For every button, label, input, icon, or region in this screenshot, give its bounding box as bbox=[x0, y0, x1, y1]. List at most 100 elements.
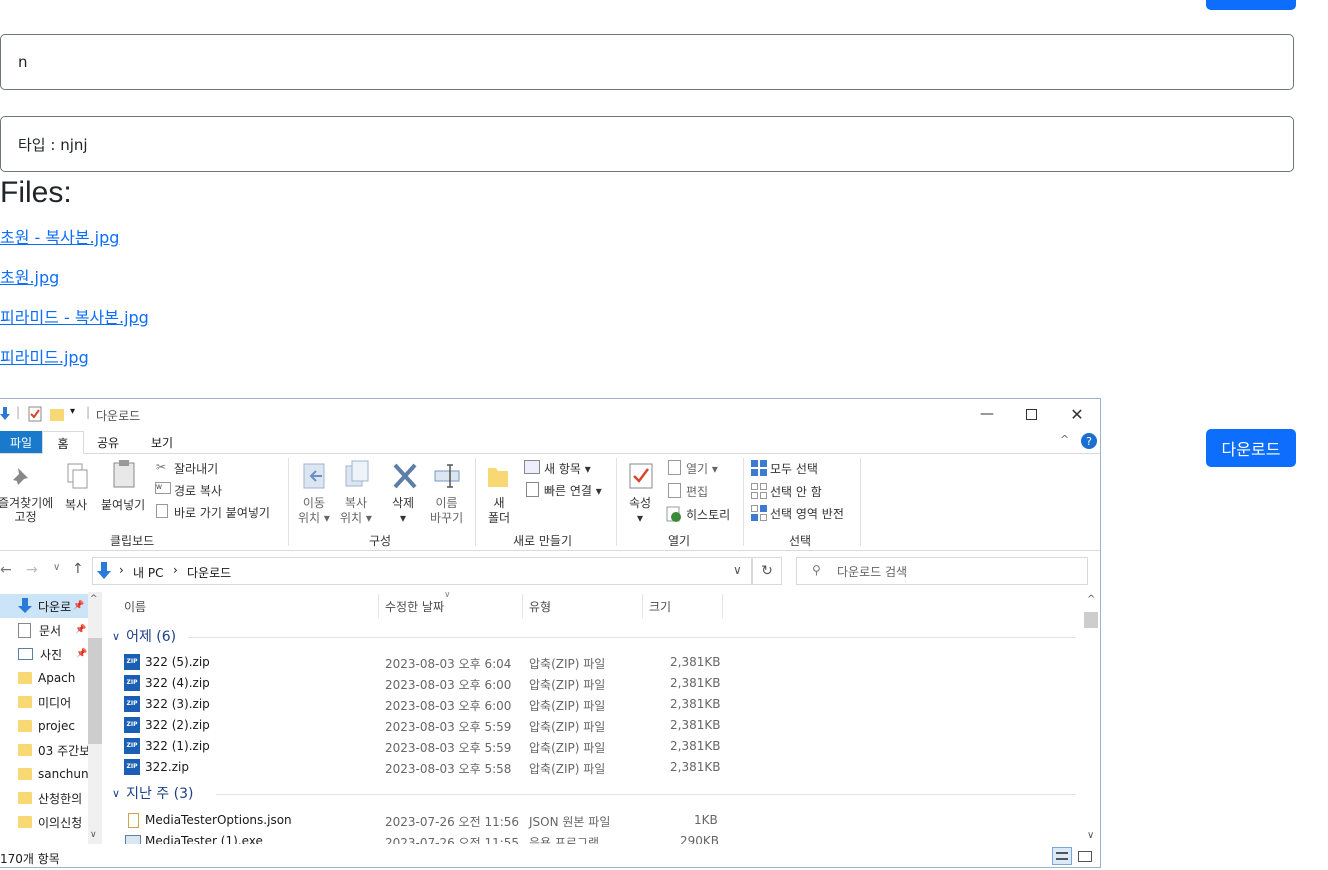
nav-item-pictures[interactable]: 사진 📌 bbox=[18, 642, 87, 666]
table-row[interactable]: ZIP 322 (3).zip 2023-08-03 오후 6:00 압축(ZIP) … bbox=[108, 694, 1083, 715]
nav-scrollbar[interactable]: ^ ∨ bbox=[88, 592, 102, 844]
delete-button[interactable]: 삭제 ▾ bbox=[392, 496, 414, 526]
scroll-up-icon[interactable]: ^ bbox=[90, 594, 98, 604]
rename-button[interactable]: 이름 바꾸기 bbox=[430, 496, 463, 526]
divider bbox=[378, 594, 379, 618]
edit-icon bbox=[668, 483, 681, 498]
file-explorer-window: | ▾ | 다운로드 — ✕ 파일 홈 공유 보기 ^ ? 즐겨찾기에 고정 복사… bbox=[0, 398, 1101, 868]
nav-scrollbar-thumb[interactable] bbox=[88, 638, 102, 744]
delete-icon bbox=[393, 463, 417, 489]
table-row[interactable]: ZIP 322 (4).zip 2023-08-03 오후 6:00 압축(ZIP) … bbox=[108, 673, 1083, 694]
group-header[interactable]: ∨ 어제 (6) bbox=[112, 626, 176, 646]
scroll-down-icon[interactable]: ∨ bbox=[90, 830, 97, 840]
nav-item-folder[interactable]: 미디어 bbox=[18, 690, 71, 714]
copy-to-button[interactable]: 복사 위치 ▾ bbox=[340, 496, 372, 526]
properties-button[interactable]: 속성 ▾ bbox=[629, 496, 651, 526]
download-button[interactable]: 다운로드 bbox=[1206, 429, 1296, 467]
nav-item-folder[interactable]: sanchun bbox=[18, 762, 89, 786]
paste-shortcut-button[interactable]: 바로 가기 붙여넣기 bbox=[174, 504, 270, 521]
address-dropdown-icon[interactable]: ∨ bbox=[733, 563, 742, 577]
back-icon[interactable]: ← bbox=[0, 562, 12, 578]
file-link[interactable]: 피라미드 - 복사본.jpg bbox=[0, 304, 149, 328]
table-row[interactable]: MediaTesterOptions.json 2023-07-26 오전 11:… bbox=[108, 810, 1083, 831]
download-arrow-icon bbox=[97, 562, 111, 579]
pin-to-quick-access-button[interactable]: 즐겨찾기에 고정 bbox=[0, 496, 53, 524]
nav-item-folder[interactable]: 이의신청 bbox=[18, 810, 82, 834]
select-all-button[interactable]: 모두 선택 bbox=[770, 460, 818, 477]
move-to-icon bbox=[303, 463, 325, 489]
open-icon bbox=[668, 460, 681, 475]
breadcrumb-pc[interactable]: 내 PC bbox=[133, 564, 163, 581]
breadcrumb-downloads[interactable]: 다운로드 bbox=[187, 564, 231, 581]
column-header-type[interactable]: 유형 bbox=[529, 594, 551, 618]
help-icon[interactable]: ? bbox=[1081, 433, 1097, 449]
file-link[interactable]: 초원 - 복사본.jpg bbox=[0, 224, 119, 248]
open-button[interactable]: 열기 ▾ bbox=[686, 460, 718, 477]
table-row[interactable]: ZIP 322 (2).zip 2023-08-03 오후 5:59 압축(ZIP) … bbox=[108, 715, 1083, 736]
copy-button[interactable]: 복사 bbox=[65, 496, 87, 513]
easy-access-button[interactable]: 빠른 연결 ▾ bbox=[544, 482, 602, 499]
forward-icon[interactable]: → bbox=[26, 562, 38, 578]
zip-file-icon: ZIP bbox=[124, 696, 140, 712]
tab-home[interactable]: 홈 bbox=[42, 431, 84, 455]
nav-item-documents[interactable]: 문서 📌 bbox=[18, 618, 86, 642]
cut-button[interactable]: 잘라내기 bbox=[174, 460, 218, 477]
exe-file-icon bbox=[125, 835, 141, 844]
details-view-button[interactable] bbox=[1052, 847, 1072, 865]
new-item-button[interactable]: 새 항목 ▾ bbox=[544, 460, 591, 477]
table-row[interactable]: ZIP 322 (5).zip 2023-08-03 오후 6:04 압축(ZIP) … bbox=[108, 652, 1083, 673]
breadcrumb-separator: › bbox=[119, 563, 124, 577]
file-link[interactable]: 초원.jpg bbox=[0, 264, 59, 288]
copy-path-button[interactable]: 경로 복사 bbox=[174, 482, 222, 499]
large-icons-view-button[interactable] bbox=[1076, 847, 1094, 865]
close-button[interactable]: ✕ bbox=[1062, 403, 1092, 425]
details-view-icon bbox=[1056, 852, 1068, 860]
maximize-button[interactable] bbox=[1016, 403, 1046, 425]
tab-share[interactable]: 공유 bbox=[88, 431, 128, 453]
top-button[interactable] bbox=[1206, 0, 1296, 10]
paste-button[interactable]: 붙여넣기 bbox=[101, 496, 145, 513]
table-row[interactable]: ZIP 322.zip 2023-08-03 오후 5:58 압축(ZIP) 파일 2,… bbox=[108, 757, 1083, 778]
scroll-up-icon[interactable]: ^ bbox=[1087, 594, 1095, 605]
file-list-scrollbar[interactable]: ^ ∨ bbox=[1083, 594, 1099, 844]
new-folder-quick-icon[interactable] bbox=[50, 407, 64, 421]
refresh-button[interactable]: ↻ bbox=[752, 557, 782, 585]
nav-item-folder[interactable]: Apach bbox=[18, 666, 75, 690]
column-header-date[interactable]: 수정한 날짜 bbox=[385, 594, 444, 618]
recent-chevron-icon[interactable]: ∨ bbox=[53, 562, 60, 573]
group-header[interactable]: ∨ 지난 주 (3) bbox=[112, 783, 193, 803]
tab-view[interactable]: 보기 bbox=[142, 431, 182, 453]
ribbon-collapse-icon[interactable]: ^ bbox=[1060, 433, 1069, 446]
column-header-size[interactable]: 크기 bbox=[649, 594, 671, 618]
tab-file[interactable]: 파일 bbox=[0, 431, 42, 453]
search-input[interactable]: 다운로드 검색 bbox=[796, 557, 1088, 585]
nav-item-downloads[interactable]: 다운로 📌 bbox=[18, 594, 84, 618]
rename-icon bbox=[434, 464, 460, 488]
table-row[interactable]: ZIP 322 (1).zip 2023-08-03 오후 5:59 압축(ZIP) … bbox=[108, 736, 1083, 757]
paste-shortcut-icon bbox=[156, 504, 168, 518]
group-label-open: 열기 bbox=[668, 534, 691, 548]
new-folder-button[interactable]: 새 폴더 bbox=[488, 496, 510, 526]
history-button[interactable]: 히스토리 bbox=[686, 506, 730, 523]
up-icon[interactable]: ↑ bbox=[72, 561, 84, 577]
select-none-button[interactable]: 선택 안 함 bbox=[770, 483, 822, 500]
nav-item-folder[interactable]: projec bbox=[18, 714, 75, 738]
scroll-down-icon[interactable]: ∨ bbox=[1087, 830, 1094, 841]
properties-quick-icon[interactable] bbox=[28, 406, 42, 422]
select-all-icon bbox=[751, 460, 767, 476]
address-box[interactable]: › 내 PC › 다운로드 ∨ bbox=[92, 557, 752, 585]
chevron-down-icon[interactable]: ▾ bbox=[70, 406, 75, 417]
scrollbar-thumb[interactable] bbox=[1084, 612, 1098, 628]
group-label-organize: 구성 bbox=[369, 534, 392, 548]
nav-item-folder[interactable]: 산청한의 bbox=[18, 786, 82, 810]
edit-button[interactable]: 편집 bbox=[686, 483, 708, 500]
file-link[interactable]: 피라미드.jpg bbox=[0, 344, 89, 368]
nav-item-folder[interactable]: 03 주간보 bbox=[18, 738, 90, 762]
files-title: Files: bbox=[0, 176, 72, 209]
invert-selection-button[interactable]: 선택 영역 반전 bbox=[770, 505, 844, 522]
table-row[interactable]: MediaTester (1).exe 2023-07-26 오전 11:55 응용… bbox=[108, 831, 1083, 844]
navigation-pane: 다운로 📌 문서 📌 사진 📌 Apach 미디어 projec 03 주간보 san… bbox=[0, 592, 102, 844]
minimize-button[interactable]: — bbox=[972, 403, 1002, 425]
move-to-button[interactable]: 이동 위치 ▾ bbox=[298, 496, 330, 526]
column-header-name[interactable]: 이름 bbox=[124, 594, 146, 618]
